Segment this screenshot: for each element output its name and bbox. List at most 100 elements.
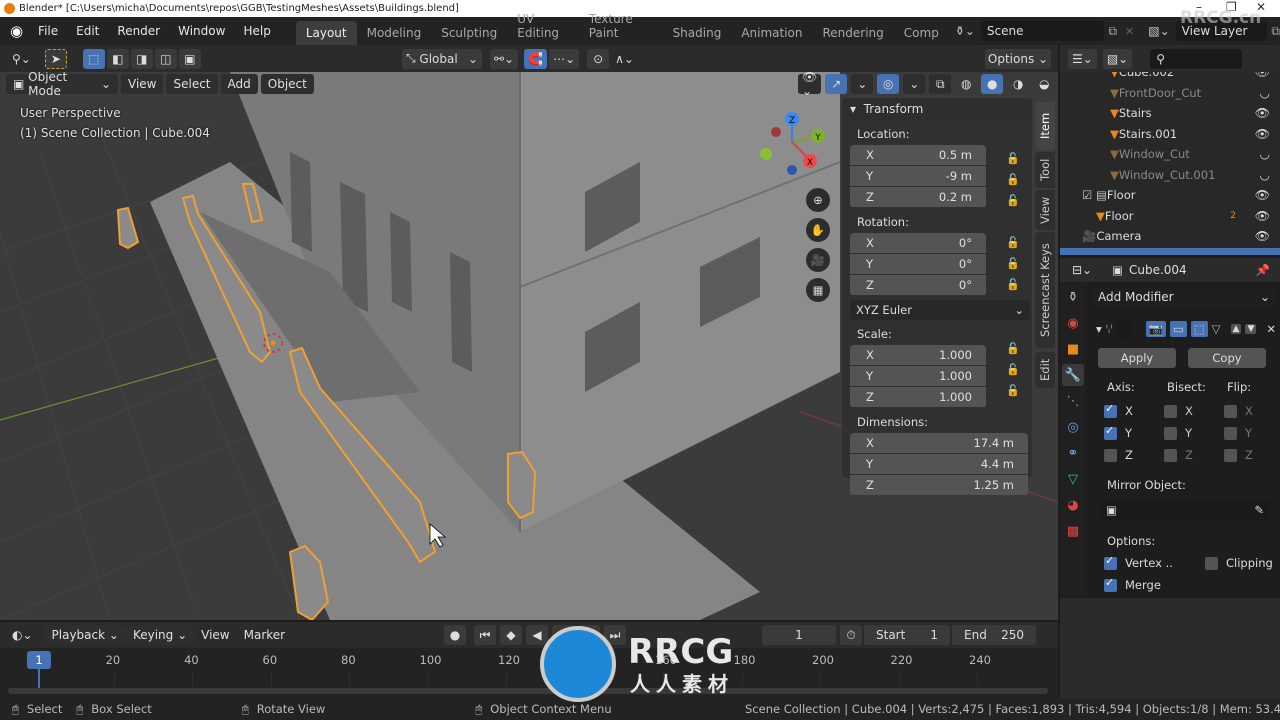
outliner-item[interactable]: ▼ Stairs.001 👁 xyxy=(1060,124,1280,145)
rotation-x-field[interactable]: X 0° xyxy=(850,233,986,253)
select-mode-invert-icon[interactable]: ◫ xyxy=(154,48,177,69)
mode-dropdown[interactable]: ▣ Object Mode ⌄ xyxy=(6,72,118,98)
move-up-icon[interactable]: ▲ xyxy=(1230,324,1242,334)
editmode-toggle-icon[interactable]: ⬚ xyxy=(1190,321,1208,337)
view-layer-icon[interactable]: ▧⌄ xyxy=(1148,24,1169,38)
lock-icon[interactable]: 🔓 xyxy=(1006,278,1020,291)
lock-icon[interactable]: 🔓 xyxy=(1006,236,1020,249)
outliner-search-field[interactable]: ⚲ xyxy=(1150,48,1243,69)
viewport-toggle-icon[interactable]: ▭ xyxy=(1169,321,1187,337)
zoom-icon[interactable]: ⊕ xyxy=(806,188,830,212)
menu-render[interactable]: Render xyxy=(108,24,169,38)
lock-icon[interactable]: 🔓 xyxy=(1006,257,1020,270)
properties-editor-icon[interactable]: ⊟⌄ xyxy=(1068,260,1096,280)
outliner-item[interactable]: ▼ FrontDoor_Cut ◡ xyxy=(1060,83,1280,104)
ortho-grid-icon[interactable]: ▦ xyxy=(806,278,830,302)
transform-orientation-dropdown[interactable]: ⤡ Global ⌄ xyxy=(402,48,482,69)
rotation-z-field[interactable]: Z 0° xyxy=(850,275,986,295)
outliner-item[interactable]: ▼ Window_Cut.001 ◡ xyxy=(1060,165,1280,186)
falloff-icon[interactable]: ∧⌄ xyxy=(611,49,638,69)
dimensions-z-field[interactable]: Z 1.25 m xyxy=(850,475,1028,495)
axis-y-checkbox[interactable] xyxy=(1104,424,1117,440)
side-tab-item[interactable]: Item xyxy=(1035,102,1055,150)
outliner-item[interactable]: ☑ ▤ Floor 👁 xyxy=(1060,185,1280,206)
menu-file[interactable]: File xyxy=(29,24,67,38)
playhead[interactable]: 1 xyxy=(27,651,51,669)
visibility-eye-icon[interactable]: 👁 xyxy=(1255,188,1270,202)
transform-panel-header[interactable]: ▾ Transform xyxy=(842,98,1032,120)
modifier-name-field[interactable] xyxy=(1116,319,1132,339)
tab-layout[interactable]: Layout xyxy=(295,21,357,45)
stopwatch-icon[interactable]: ⏱ xyxy=(840,625,862,645)
start-frame-field[interactable]: Start 1 xyxy=(864,625,950,645)
timeline-menu-playback[interactable]: Playback ⌄ xyxy=(44,625,126,645)
modifier-tab-icon[interactable]: 🔧 xyxy=(1062,364,1084,386)
record-icon[interactable]: ● xyxy=(444,625,466,645)
menu-edit[interactable]: Edit xyxy=(67,24,108,38)
lock-icon[interactable]: 🔓 xyxy=(1006,363,1020,376)
menu-window[interactable]: Window xyxy=(169,24,234,38)
location-y-field[interactable]: Y -9 m xyxy=(850,166,986,186)
timeline-menu-view[interactable]: View xyxy=(194,625,236,645)
viewport-menu-object[interactable]: Object xyxy=(260,74,314,94)
solid-shading-icon[interactable]: ● xyxy=(981,74,1004,94)
end-frame-field[interactable]: End 250 xyxy=(952,625,1036,645)
object-tab-icon[interactable]: ■ xyxy=(1062,338,1084,360)
play-reverse-icon[interactable]: ◀ xyxy=(526,625,548,645)
pin-icon[interactable]: 📌 xyxy=(1256,263,1270,277)
hidden-eye-icon[interactable]: ◡ xyxy=(1260,168,1270,182)
physics-tab-icon[interactable]: ◎ xyxy=(1062,416,1084,438)
navigation-gizmo[interactable]: Z Y X xyxy=(750,108,830,188)
xray-toggle-icon[interactable]: ⧉ xyxy=(929,74,952,94)
new-view-layer-icon[interactable]: ⧉ xyxy=(1271,24,1280,39)
eyedropper-icon[interactable]: ✎ xyxy=(1254,503,1264,517)
timeline-menu-keying[interactable]: Keying ⌄ xyxy=(125,625,195,645)
menu-help[interactable]: Help xyxy=(234,24,279,38)
options-dropdown[interactable]: Options ⌄ xyxy=(985,48,1051,69)
bisect-y-checkbox[interactable] xyxy=(1164,426,1177,440)
tab-uv-editing[interactable]: UV Editing xyxy=(507,7,579,45)
tab-sculpting[interactable]: Sculpting xyxy=(431,21,507,45)
add-modifier-dropdown[interactable]: Add Modifier ⌄ xyxy=(1092,286,1276,308)
outliner-item[interactable]: ▼ Cube.002 👁 xyxy=(1060,72,1280,83)
side-tab-screencast-keys[interactable]: Screencast Keys xyxy=(1035,232,1055,348)
wireframe-shading-icon[interactable]: ◍ xyxy=(955,74,978,94)
tab-rendering[interactable]: Rendering xyxy=(813,21,894,45)
new-scene-icon[interactable]: ⧉ xyxy=(1108,24,1117,39)
outliner-item[interactable]: ▼ Window_Cut ◡ xyxy=(1060,144,1280,165)
flip-z-checkbox[interactable] xyxy=(1224,448,1237,462)
render-toggle-icon[interactable]: 📷 xyxy=(1145,321,1166,337)
move-down-icon[interactable]: ▼ xyxy=(1245,324,1257,334)
gizmo-dropdown-icon[interactable]: ⌄ xyxy=(851,74,874,94)
side-tab-tool[interactable]: Tool xyxy=(1035,152,1055,188)
apply-button[interactable]: Apply xyxy=(1098,348,1176,368)
delete-scene-icon[interactable]: ✕ xyxy=(1125,25,1134,38)
prev-keyframe-icon[interactable]: ◆ xyxy=(500,625,522,645)
jump-start-icon[interactable]: ⏮ xyxy=(474,625,496,645)
select-mode-extend-icon[interactable]: ◧ xyxy=(106,48,129,69)
tab-animation[interactable]: Animation xyxy=(731,21,812,45)
tab-modeling[interactable]: Modeling xyxy=(357,21,432,45)
visibility-eye-icon[interactable]: 👁 xyxy=(1255,229,1270,243)
pan-hand-icon[interactable]: ✋ xyxy=(806,218,830,242)
side-tab-edit[interactable]: Edit xyxy=(1035,352,1055,388)
tab-texture-paint[interactable]: Texture Paint xyxy=(579,7,663,45)
flip-x-checkbox[interactable] xyxy=(1224,404,1237,418)
merge-checkbox[interactable] xyxy=(1104,576,1117,592)
overlays-dropdown-icon[interactable]: ⌄ xyxy=(903,74,926,94)
dimensions-x-field[interactable]: X 17.4 m xyxy=(850,433,1028,453)
lock-icon[interactable]: 🔓 xyxy=(1006,173,1020,186)
timeline-scrollbar[interactable] xyxy=(8,688,1048,694)
viewport-menu-select[interactable]: Select xyxy=(166,74,218,94)
bisect-x-checkbox[interactable] xyxy=(1164,404,1177,418)
lock-icon[interactable]: 🔓 xyxy=(1006,384,1020,397)
constraints-tab-icon[interactable]: ⚭ xyxy=(1062,442,1084,464)
snap-target-icon[interactable]: ⋯⌄ xyxy=(549,48,580,69)
rotation-y-field[interactable]: Y 0° xyxy=(850,254,986,274)
select-mode-subtract-icon[interactable]: ◨ xyxy=(130,48,153,69)
timeline-editor-icon[interactable]: ◐⌄ xyxy=(8,625,37,645)
editor-type-icon[interactable]: ☰⌄ xyxy=(1068,48,1097,69)
visibility-eye-icon[interactable]: 👁 xyxy=(1255,209,1270,223)
pivot-point-icon[interactable]: ⚯⌄ xyxy=(490,48,519,69)
scene-name-field[interactable]: Scene xyxy=(980,21,1105,41)
